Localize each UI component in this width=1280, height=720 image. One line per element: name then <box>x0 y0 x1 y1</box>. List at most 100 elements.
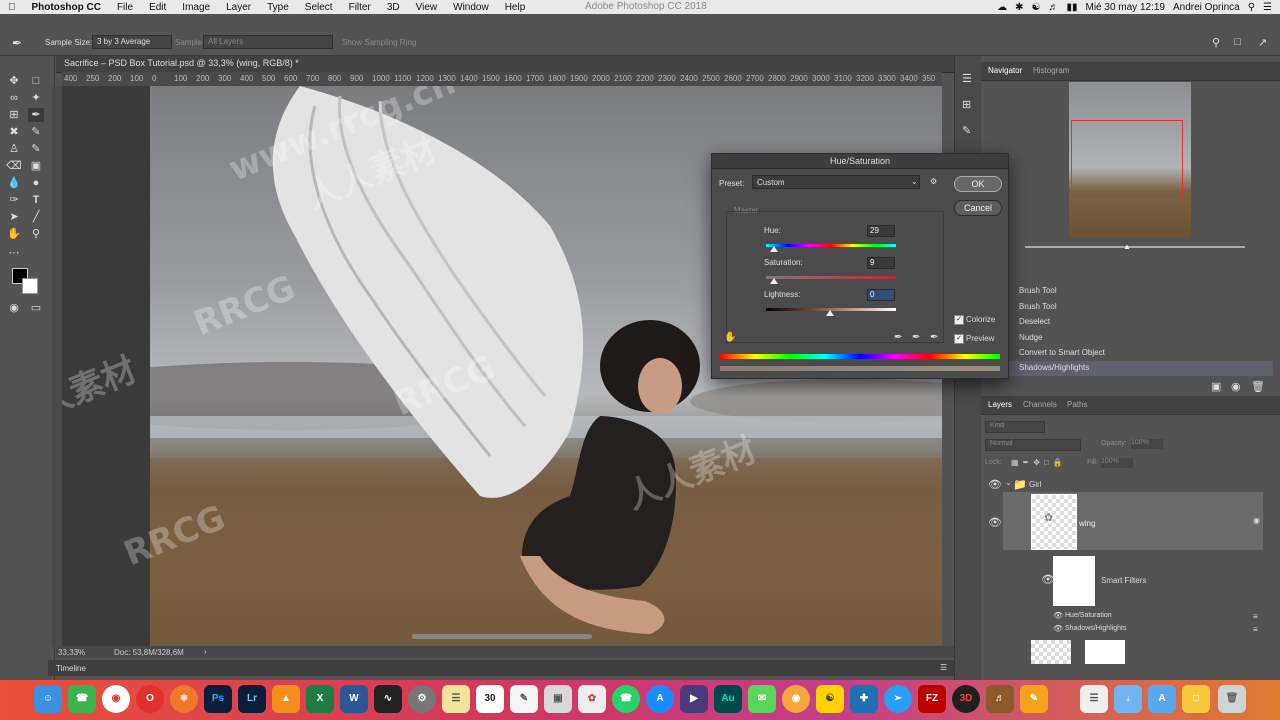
3ds-max-icon[interactable]: 3D <box>952 685 980 713</box>
bluetooth-icon[interactable]: ✱ <box>1015 2 1023 13</box>
screen-icon[interactable]: ✚ <box>850 685 878 713</box>
tab-channels[interactable]: Channels <box>1023 400 1057 409</box>
camera-icon[interactable]: ◉ <box>1231 380 1241 393</box>
menu-window[interactable]: Window <box>445 2 497 13</box>
path-select-icon[interactable]: ➤ <box>6 210 22 224</box>
screen-mode-icon[interactable]: ▭ <box>28 301 44 315</box>
quick-mask-icon[interactable]: ◉ <box>6 301 22 315</box>
filter-item[interactable]: Hue/Saturation <box>1065 612 1112 619</box>
safari-icon[interactable]: ➢ <box>884 685 912 713</box>
saturation-slider-track[interactable] <box>766 276 896 279</box>
history-row[interactable]: Brush Tool <box>1007 300 1273 315</box>
eyedropper-tool-icon[interactable]: ✒ <box>28 108 44 122</box>
apps-folder-icon[interactable]: A <box>1148 685 1176 713</box>
saturation-slider-thumb[interactable] <box>770 278 778 284</box>
premiere-icon[interactable]: ▶ <box>680 685 708 713</box>
creative-cloud-icon[interactable]: ☁ <box>997 2 1007 13</box>
chevron-down-icon[interactable]: ⌄ <box>1005 478 1012 487</box>
quick-select-tool-icon[interactable]: ✦ <box>28 91 44 105</box>
menu-view[interactable]: View <box>408 2 446 13</box>
menu-edit[interactable]: Edit <box>141 2 174 13</box>
layer-name[interactable]: wing <box>1079 519 1095 528</box>
textedit-icon[interactable]: ✎ <box>510 685 538 713</box>
filter-options-icon[interactable]: ≡ <box>1253 612 1258 621</box>
brush-settings-icon[interactable]: ✎ <box>962 124 971 137</box>
filezilla-icon[interactable]: FZ <box>918 685 946 713</box>
share-icon[interactable]: ↗ <box>1258 36 1267 49</box>
audition-icon[interactable]: Au <box>714 685 742 713</box>
sample-size-select[interactable]: 3 by 3 Average <box>92 35 172 49</box>
photoshop-icon[interactable]: Ps <box>204 685 232 713</box>
eyedropper-minus-icon[interactable]: ✒ <box>930 332 938 343</box>
preview-icon[interactable]: ▣ <box>544 685 572 713</box>
trash-icon[interactable]: 🗑 <box>1251 380 1265 393</box>
type-tool-icon[interactable]: T <box>28 193 44 207</box>
visibility-eye-icon[interactable]: 👁 <box>1053 624 1063 633</box>
menu-list-icon[interactable]: ☰ <box>1263 2 1272 13</box>
layer-thumbnail[interactable] <box>1031 640 1071 664</box>
apple-menu-icon[interactable]:  <box>0 2 24 13</box>
horizontal-scrollbar[interactable] <box>412 634 592 639</box>
menu-select[interactable]: Select <box>297 2 341 13</box>
layer-mask-thumbnail[interactable] <box>1085 640 1125 664</box>
finder-icon[interactable]: ☺ <box>34 685 62 713</box>
layer-filter-kind[interactable]: Kind <box>985 421 1045 433</box>
line-tool-icon[interactable]: ╱ <box>28 210 44 224</box>
lightness-input[interactable]: 0 <box>867 289 895 301</box>
panel-menu-icon[interactable]: ☰ <box>940 663 947 672</box>
zoom-level[interactable]: 33,33% <box>58 648 85 657</box>
adjustments-icon[interactable]: ⊞ <box>962 98 971 111</box>
colorize-checkbox[interactable]: ✓ <box>954 315 964 325</box>
brush-tool-icon[interactable]: ✎ <box>28 125 44 139</box>
eyedropper-plus-icon[interactable]: ✒ <box>912 332 920 343</box>
system-preferences-icon[interactable]: ⚙ <box>408 685 436 713</box>
navigator-zoom-slider[interactable] <box>1025 246 1245 248</box>
excel-icon[interactable]: X <box>306 685 334 713</box>
menu-help[interactable]: Help <box>497 2 534 13</box>
lightroom-icon[interactable]: Lr <box>238 685 266 713</box>
slider-thumb-icon[interactable]: ▲ <box>1123 242 1131 251</box>
messages-icon[interactable]: ✉ <box>748 685 776 713</box>
menu-layer[interactable]: Layer <box>218 2 259 13</box>
gear-icon[interactable]: ⚙ <box>930 177 937 186</box>
saturation-input[interactable]: 9 <box>867 257 895 269</box>
dialog-title[interactable]: Hue/Saturation <box>712 154 1008 169</box>
hand-tool-icon[interactable]: ✋ <box>6 227 22 241</box>
blender-icon[interactable]: ◉ <box>782 685 810 713</box>
folder-icon[interactable]: □ <box>1182 685 1210 713</box>
ok-button[interactable]: OK <box>954 176 1002 192</box>
crop-tool-icon[interactable]: ⊞ <box>6 108 22 122</box>
hue-slider-track[interactable] <box>766 244 896 247</box>
word-icon[interactable]: W <box>340 685 368 713</box>
chrome-icon[interactable]: ◉ <box>102 685 130 713</box>
vlc-icon[interactable]: ▲ <box>272 685 300 713</box>
eraser-tool-icon[interactable]: ⌫ <box>6 159 22 173</box>
show-sampling-ring[interactable]: Show Sampling Ring <box>342 38 416 47</box>
visibility-eye-icon[interactable]: 👁 <box>988 516 1002 529</box>
history-row[interactable]: Deselect <box>1007 315 1273 330</box>
navigator-view-box[interactable] <box>1071 120 1183 200</box>
history-row[interactable]: Brush Tool <box>1007 284 1273 299</box>
downloads-folder-icon[interactable]: ↓ <box>1114 685 1142 713</box>
hue-slider-thumb[interactable] <box>770 246 778 252</box>
history-brush-icon[interactable]: ✎ <box>28 142 44 156</box>
tab-paths[interactable]: Paths <box>1067 400 1087 409</box>
visibility-eye-icon[interactable]: 👁 <box>988 478 1002 491</box>
dodge-tool-icon[interactable]: ● <box>28 176 44 190</box>
volume-icon[interactable]: ♬ <box>1048 2 1058 13</box>
zoom-tool-icon[interactable]: ⚲ <box>28 227 44 241</box>
sample-select[interactable]: All Layers <box>203 35 333 49</box>
menu-image[interactable]: Image <box>174 2 218 13</box>
visibility-eye-icon[interactable]: 👁 <box>1053 611 1063 620</box>
preview-checkbox[interactable]: ✓ <box>954 334 964 344</box>
history-row[interactable]: Nudge <box>1007 331 1273 346</box>
timeline-label[interactable]: Timeline <box>56 664 86 673</box>
app-menu[interactable]: Photoshop CC <box>24 2 109 13</box>
whatsapp-icon[interactable]: ☎ <box>612 685 640 713</box>
document-tab[interactable]: Sacrifice – PSD Box Tutorial.psd @ 33,3%… <box>56 56 954 73</box>
user-name[interactable]: Andrei Oprinca <box>1173 2 1240 13</box>
marquee-tool-icon[interactable]: □ <box>28 74 44 88</box>
chevron-right-icon[interactable]: › <box>204 647 207 656</box>
battery-icon[interactable]: ▮▮ <box>1066 2 1077 13</box>
eyedropper-icon[interactable]: ✒ <box>894 332 902 343</box>
